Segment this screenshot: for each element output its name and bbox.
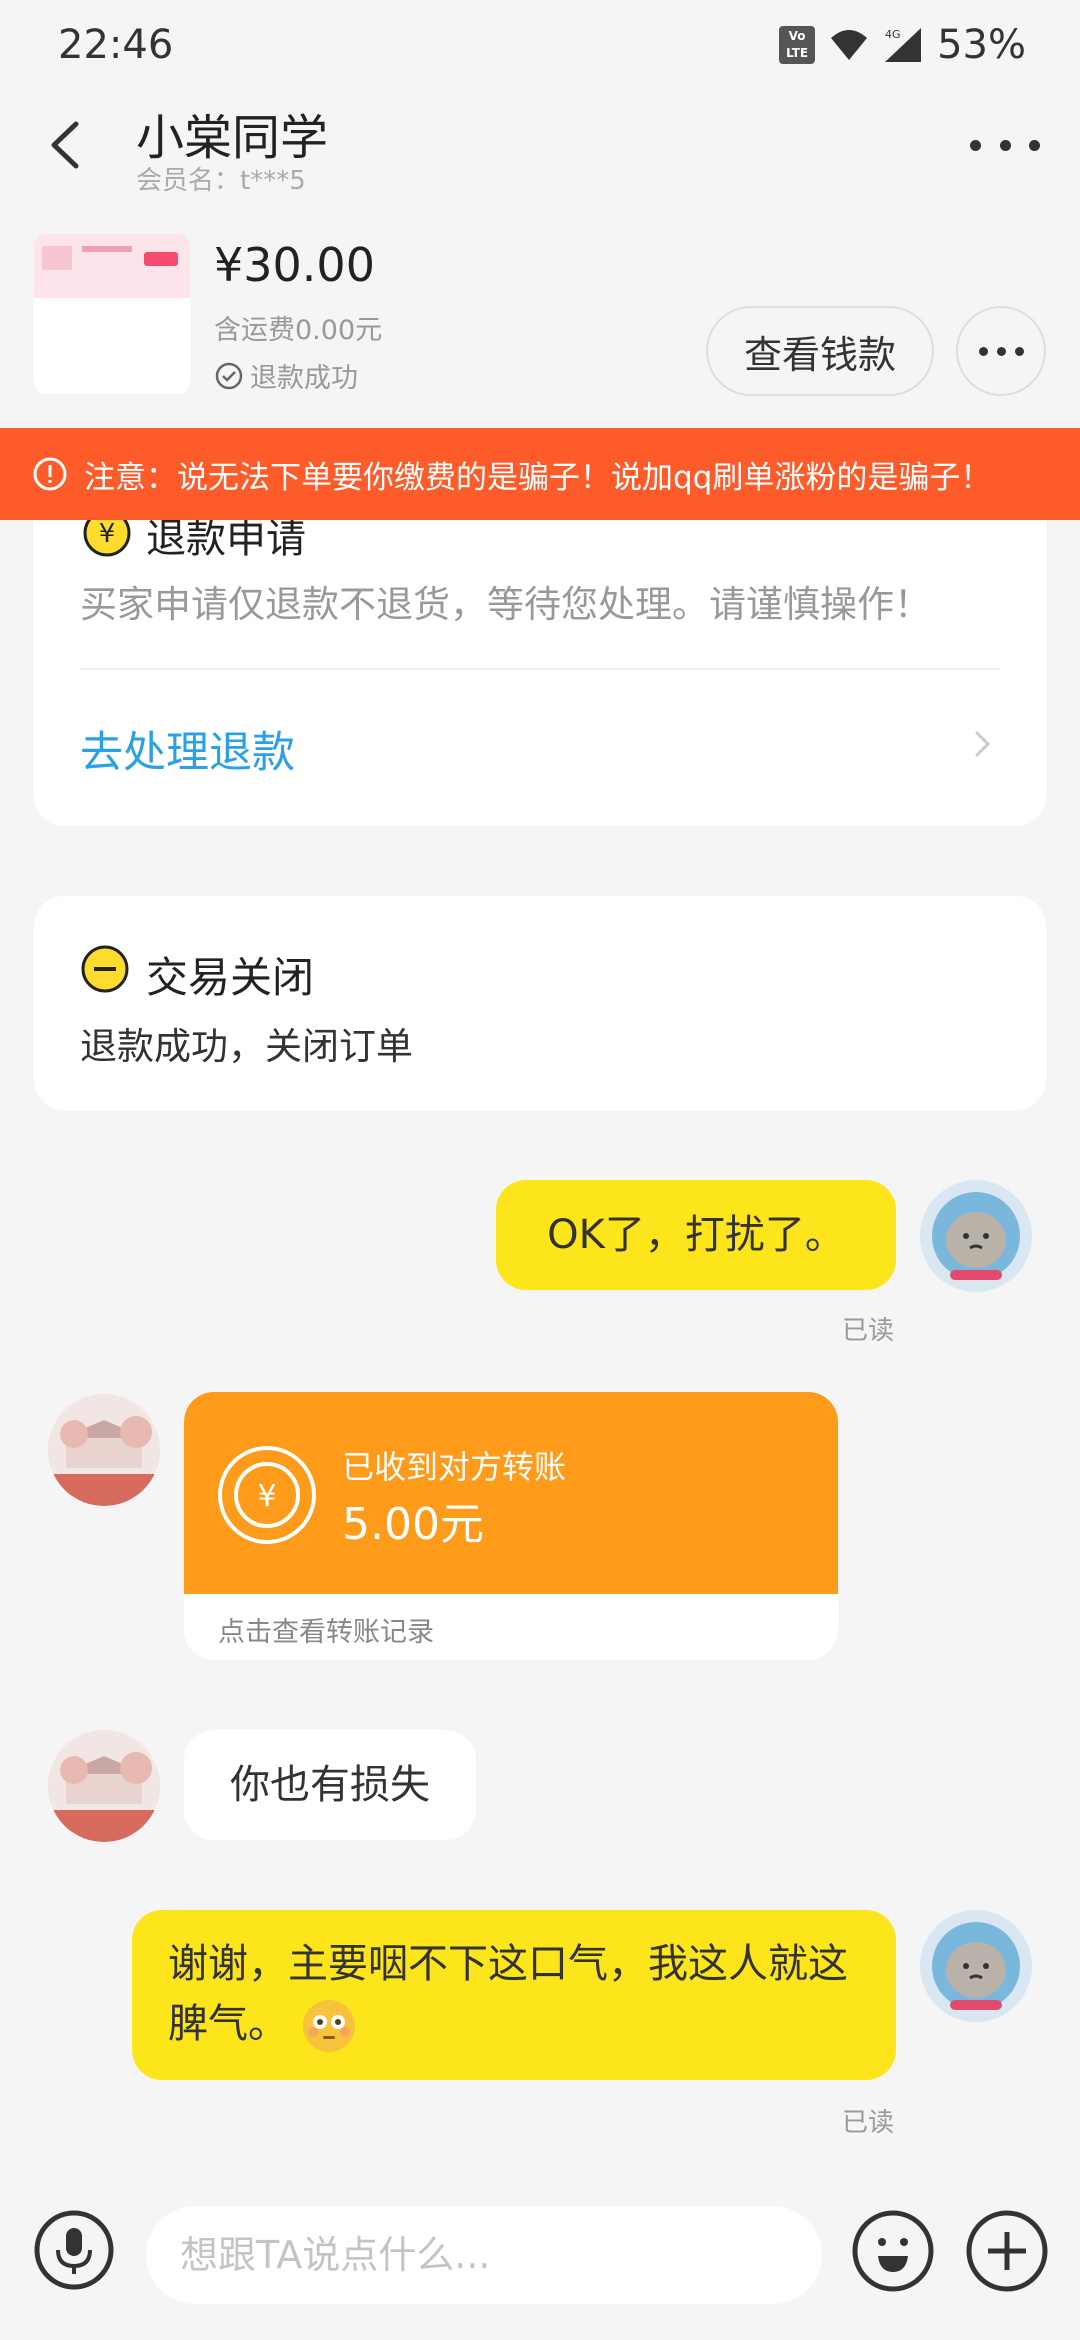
message-input-bar [0, 2190, 1080, 2340]
closed-card-title: 交易关闭 [146, 953, 315, 1002]
process-refund-link[interactable]: 去处理退款 [80, 718, 295, 780]
order-summary: ¥30.00 含运费0.00元 退款成功 查看钱款 [0, 220, 1080, 420]
emoji-icon[interactable] [852, 2210, 934, 2292]
divider [80, 668, 1000, 670]
transfer-card[interactable]: ¥ 已收到对方转账 5.00元 点击查看转账记录 [184, 1392, 838, 1660]
refund-status-text: 退款成功 [250, 363, 358, 394]
message-text: 你也有损失 [230, 1762, 430, 1808]
transfer-label: 已收到对方转账 [342, 1448, 567, 1486]
order-price: ¥30.00 [214, 238, 375, 292]
refund-request-card: ¥ 退款申请 买家申请仅退款不退货，等待您处理。请谨慎操作！ 去处理退款 [34, 470, 1046, 826]
chat-header: 小棠同学 会员名：t***5 [0, 90, 1080, 200]
warning-icon [33, 457, 67, 491]
refund-status: 退款成功 [214, 356, 358, 395]
view-money-button[interactable]: 查看钱款 [706, 306, 934, 396]
other-avatar[interactable] [48, 1394, 160, 1506]
minus-circle-icon [81, 945, 129, 993]
my-avatar[interactable] [920, 1180, 1032, 1292]
my-message-bubble[interactable]: 谢谢，主要咽不下这口气，我这人就这脾气。 [132, 1910, 896, 2080]
order-more-button[interactable] [956, 306, 1046, 396]
warning-text: 注意：说无法下单要你缴费的是骗子！说加qq刷单涨粉的是骗子！ [84, 459, 992, 496]
status-icons: Vo LTE 4G 53% [779, 22, 1026, 68]
my-avatar[interactable] [920, 1910, 1032, 2022]
plus-icon[interactable] [966, 2210, 1048, 2292]
svg-text:¥: ¥ [257, 1479, 276, 1514]
message-text: 谢谢，主要咽不下这口气，我这人就这脾气。 [168, 1941, 848, 2047]
wifi-icon [831, 30, 868, 60]
closed-card-desc: 退款成功，关闭订单 [80, 1025, 413, 1068]
read-receipt: 已读 [842, 1316, 895, 1346]
my-message-bubble[interactable]: OK了，打扰了。 [496, 1180, 896, 1290]
transfer-record-link[interactable]: 点击查看转账记录 [218, 1610, 434, 1649]
fraud-warning-banner: 注意：说无法下单要你缴费的是骗子！说加qq刷单涨粉的是骗子！ [0, 428, 1080, 520]
svg-text:4G: 4G [885, 28, 901, 41]
check-circle-icon [215, 362, 243, 389]
refund-card-desc: 买家申请仅退款不退货，等待您处理。请谨慎操作！ [80, 583, 931, 626]
transfer-card-top: ¥ 已收到对方转账 5.00元 [184, 1392, 838, 1594]
chat-title: 小棠同学 [136, 110, 329, 166]
battery-level: 53% [937, 22, 1026, 68]
transfer-coin-icon: ¥ [218, 1446, 316, 1544]
cell-signal-icon: 4G [885, 28, 922, 62]
trade-closed-card: 交易关闭 退款成功，关闭订单 [34, 896, 1046, 1110]
status-bar: 22:46 Vo LTE 4G 53% [0, 0, 1080, 90]
more-options-icon[interactable] [970, 120, 1040, 170]
microphone-icon[interactable] [34, 2210, 114, 2290]
volte-icon: Vo LTE [779, 26, 816, 64]
other-avatar[interactable] [48, 1730, 160, 1842]
shipping-fee: 含运费0.00元 [214, 315, 383, 346]
other-message-bubble[interactable]: 你也有损失 [184, 1730, 476, 1840]
chevron-right-icon[interactable] [970, 724, 994, 764]
back-arrow-icon[interactable] [40, 112, 100, 178]
member-name: 会员名：t***5 [136, 166, 306, 196]
read-receipt: 已读 [842, 2108, 895, 2138]
message-input[interactable] [146, 2206, 822, 2304]
flushed-face-emoji-icon [302, 2000, 355, 2052]
product-thumbnail[interactable] [34, 234, 190, 394]
message-text: OK了，打扰了。 [547, 1212, 845, 1258]
svg-text:¥: ¥ [99, 519, 116, 549]
status-time: 22:46 [58, 22, 174, 68]
transfer-amount: 5.00元 [342, 1499, 484, 1550]
